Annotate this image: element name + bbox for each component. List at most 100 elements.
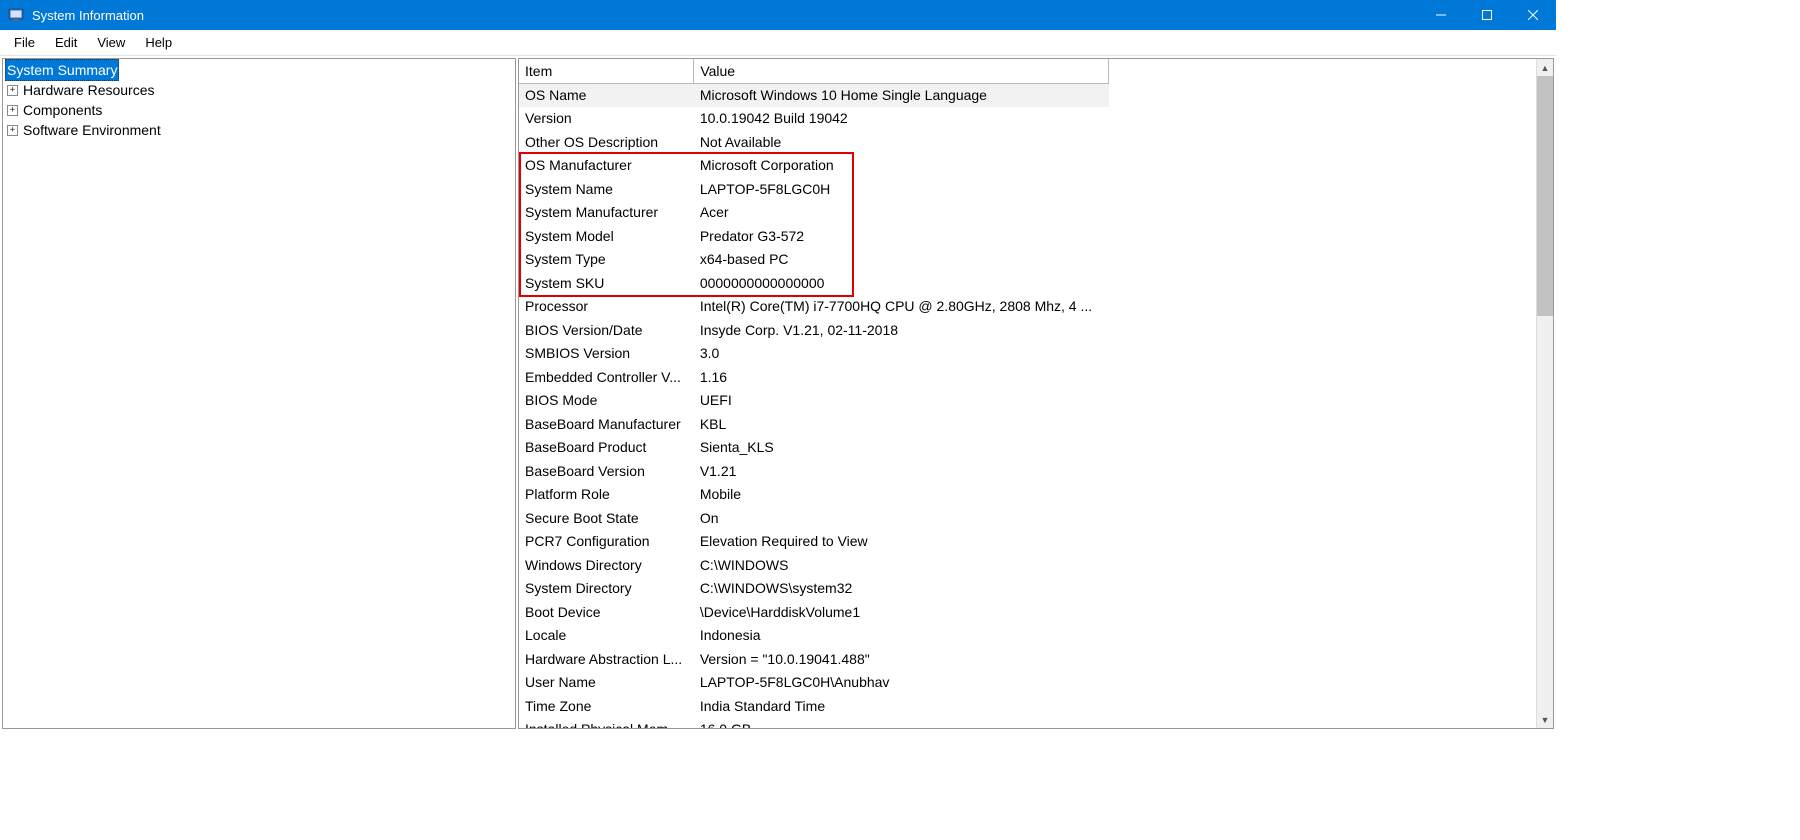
window-title: System Information — [32, 8, 144, 23]
cell-value: Mobile — [694, 483, 1109, 507]
table-row[interactable]: BIOS ModeUEFI — [519, 389, 1109, 413]
table-row[interactable]: Secure Boot StateOn — [519, 506, 1109, 530]
cell-value: Microsoft Windows 10 Home Single Languag… — [694, 83, 1109, 107]
minimize-button[interactable] — [1418, 0, 1464, 30]
cell-item: Embedded Controller V... — [519, 365, 694, 389]
cell-item: System Manufacturer — [519, 201, 694, 225]
cell-item: Secure Boot State — [519, 506, 694, 530]
menu-view[interactable]: View — [87, 32, 135, 53]
table-row[interactable]: ProcessorIntel(R) Core(TM) i7-7700HQ CPU… — [519, 295, 1109, 319]
menu-file[interactable]: File — [4, 32, 45, 53]
tree-software-environment[interactable]: + Software Environment — [5, 120, 513, 140]
expand-icon[interactable]: + — [7, 125, 18, 136]
table-row[interactable]: System ManufacturerAcer — [519, 201, 1109, 225]
main-area: System Summary + Hardware Resources + Co… — [0, 56, 1556, 731]
cell-item: Windows Directory — [519, 553, 694, 577]
expand-icon[interactable]: + — [7, 85, 18, 96]
cell-item: User Name — [519, 671, 694, 695]
cell-item: Hardware Abstraction L... — [519, 647, 694, 671]
expand-icon[interactable]: + — [7, 105, 18, 116]
cell-item: OS Name — [519, 83, 694, 107]
table-row[interactable]: BaseBoard ProductSienta_KLS — [519, 436, 1109, 460]
table-row[interactable]: BIOS Version/DateInsyde Corp. V1.21, 02-… — [519, 318, 1109, 342]
table-row[interactable]: Installed Physical Mem...16.0 GB — [519, 718, 1109, 729]
cell-item: BaseBoard Manufacturer — [519, 412, 694, 436]
table-row[interactable]: SMBIOS Version3.0 — [519, 342, 1109, 366]
table-row[interactable]: System NameLAPTOP-5F8LGC0H — [519, 177, 1109, 201]
cell-item: Time Zone — [519, 694, 694, 718]
cell-item: OS Manufacturer — [519, 154, 694, 178]
cell-item: Version — [519, 107, 694, 131]
table-row[interactable]: LocaleIndonesia — [519, 624, 1109, 648]
cell-value: 1.16 — [694, 365, 1109, 389]
table-row[interactable]: System SKU0000000000000000 — [519, 271, 1109, 295]
menu-edit[interactable]: Edit — [45, 32, 87, 53]
table-row[interactable]: Time ZoneIndia Standard Time — [519, 694, 1109, 718]
cell-value: x64-based PC — [694, 248, 1109, 272]
cell-value: Predator G3-572 — [694, 224, 1109, 248]
table-row[interactable]: System ModelPredator G3-572 — [519, 224, 1109, 248]
cell-value: Version = "10.0.19041.488" — [694, 647, 1109, 671]
cell-value: KBL — [694, 412, 1109, 436]
table-row[interactable]: Boot Device\Device\HarddiskVolume1 — [519, 600, 1109, 624]
table-row[interactable]: BaseBoard VersionV1.21 — [519, 459, 1109, 483]
table-row[interactable]: OS NameMicrosoft Windows 10 Home Single … — [519, 83, 1109, 107]
cell-value: Intel(R) Core(TM) i7-7700HQ CPU @ 2.80GH… — [694, 295, 1109, 319]
table-row[interactable]: BaseBoard ManufacturerKBL — [519, 412, 1109, 436]
maximize-button[interactable] — [1464, 0, 1510, 30]
details-table: Item Value OS NameMicrosoft Windows 10 H… — [519, 59, 1109, 728]
cell-item: PCR7 Configuration — [519, 530, 694, 554]
app-icon — [8, 7, 24, 23]
table-row[interactable]: System DirectoryC:\WINDOWS\system32 — [519, 577, 1109, 601]
cell-item: System Type — [519, 248, 694, 272]
tree-system-summary[interactable]: System Summary — [5, 60, 513, 80]
cell-value: Insyde Corp. V1.21, 02-11-2018 — [694, 318, 1109, 342]
details-panel: Item Value OS NameMicrosoft Windows 10 H… — [518, 58, 1554, 729]
cell-value: UEFI — [694, 389, 1109, 413]
table-row[interactable]: Embedded Controller V...1.16 — [519, 365, 1109, 389]
scroll-track[interactable] — [1537, 76, 1553, 711]
cell-value: On — [694, 506, 1109, 530]
cell-value: Indonesia — [694, 624, 1109, 648]
close-button[interactable] — [1510, 0, 1556, 30]
titlebar: System Information — [0, 0, 1556, 30]
tree-components[interactable]: + Components — [5, 100, 513, 120]
cell-value: Elevation Required to View — [694, 530, 1109, 554]
table-row[interactable]: Version10.0.19042 Build 19042 — [519, 107, 1109, 131]
cell-value: Microsoft Corporation — [694, 154, 1109, 178]
tree-hardware-resources[interactable]: + Hardware Resources — [5, 80, 513, 100]
vertical-scrollbar[interactable]: ▲ ▼ — [1536, 59, 1553, 728]
cell-item: Installed Physical Mem... — [519, 718, 694, 729]
table-row[interactable]: User NameLAPTOP-5F8LGC0H\Anubhav — [519, 671, 1109, 695]
scroll-thumb[interactable] — [1537, 76, 1553, 316]
scroll-down-button[interactable]: ▼ — [1537, 711, 1553, 728]
menubar: File Edit View Help — [0, 30, 1556, 56]
cell-item: Platform Role — [519, 483, 694, 507]
table-row[interactable]: Other OS DescriptionNot Available — [519, 130, 1109, 154]
cell-value: Not Available — [694, 130, 1109, 154]
column-header-value[interactable]: Value — [694, 59, 1109, 83]
table-row[interactable]: PCR7 ConfigurationElevation Required to … — [519, 530, 1109, 554]
cell-value: V1.21 — [694, 459, 1109, 483]
table-row[interactable]: Hardware Abstraction L...Version = "10.0… — [519, 647, 1109, 671]
scroll-up-button[interactable]: ▲ — [1537, 59, 1553, 76]
table-row[interactable]: Windows DirectoryC:\WINDOWS — [519, 553, 1109, 577]
table-row[interactable]: OS ManufacturerMicrosoft Corporation — [519, 154, 1109, 178]
cell-value: India Standard Time — [694, 694, 1109, 718]
cell-value: C:\WINDOWS\system32 — [694, 577, 1109, 601]
cell-value: LAPTOP-5F8LGC0H\Anubhav — [694, 671, 1109, 695]
details-content: Item Value OS NameMicrosoft Windows 10 H… — [519, 59, 1536, 728]
cell-item: Other OS Description — [519, 130, 694, 154]
cell-value: LAPTOP-5F8LGC0H — [694, 177, 1109, 201]
cell-item: Locale — [519, 624, 694, 648]
cell-value: Sienta_KLS — [694, 436, 1109, 460]
cell-item: Boot Device — [519, 600, 694, 624]
menu-help[interactable]: Help — [135, 32, 182, 53]
category-tree: System Summary + Hardware Resources + Co… — [3, 59, 515, 141]
table-row[interactable]: System Typex64-based PC — [519, 248, 1109, 272]
cell-item: Processor — [519, 295, 694, 319]
cell-value: 16.0 GB — [694, 718, 1109, 729]
column-header-item[interactable]: Item — [519, 59, 694, 83]
table-row[interactable]: Platform RoleMobile — [519, 483, 1109, 507]
cell-value: 3.0 — [694, 342, 1109, 366]
